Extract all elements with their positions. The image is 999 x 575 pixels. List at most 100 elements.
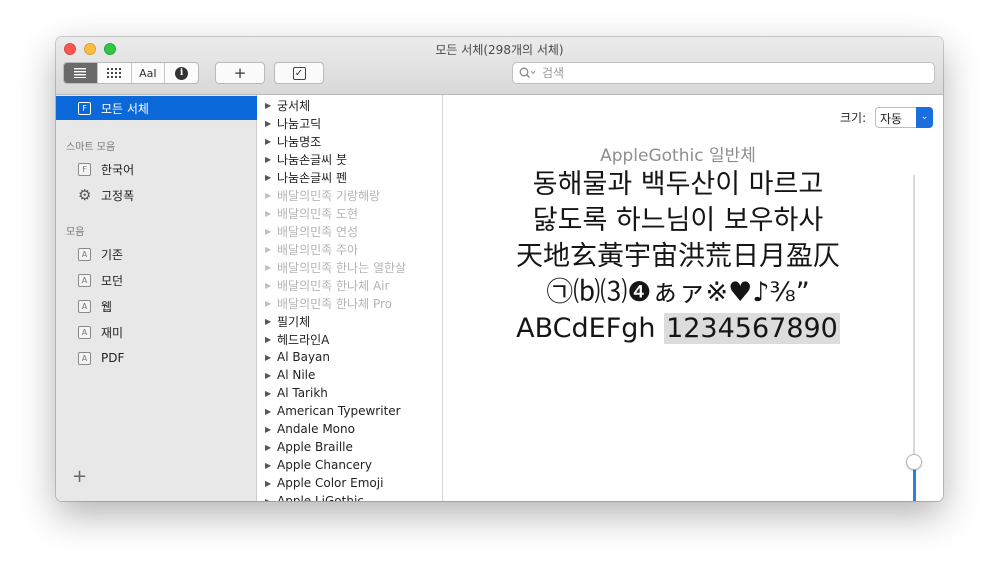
disclosure-triangle-icon[interactable]: ▶ bbox=[265, 191, 271, 200]
size-select[interactable]: 자동 ⌄ bbox=[875, 107, 933, 128]
disclosure-triangle-icon[interactable]: ▶ bbox=[265, 227, 271, 236]
font-list-item-label: 나눔손글씨 붓 bbox=[277, 152, 348, 167]
font-list-item-label: 헤드라인A bbox=[277, 332, 330, 347]
sample-view-button[interactable]: AaI bbox=[132, 63, 166, 83]
info-icon-label: i bbox=[179, 67, 184, 78]
font-list-item[interactable]: ▶ Andale Mono bbox=[257, 420, 442, 438]
disclosure-triangle-icon[interactable]: ▶ bbox=[265, 497, 271, 502]
disclosure-triangle-icon[interactable]: ▶ bbox=[265, 245, 271, 254]
font-list-item[interactable]: ▶ 배달의민족 연성 bbox=[257, 222, 442, 240]
grid-view-button[interactable] bbox=[98, 63, 132, 83]
font-list-item[interactable]: ▶ 배달의민족 한나는 열한살 bbox=[257, 258, 442, 276]
sidebar-item-fun[interactable]: A 재미 bbox=[56, 320, 257, 344]
sample-text-icon: AaI bbox=[139, 66, 157, 80]
preview-line-2: 닳도록 하느님이 보우하사 bbox=[532, 205, 824, 236]
font-list-item[interactable]: ▶ 배달의민족 한나체 Air bbox=[257, 276, 442, 294]
font-list-item-label: 배달의민족 주아 bbox=[277, 242, 359, 257]
info-icon: i bbox=[175, 66, 189, 80]
sidebar-item-korean[interactable]: F 한국어 bbox=[56, 157, 257, 181]
sidebar-item-fixed-width[interactable]: ⚙ 고정폭 bbox=[56, 183, 257, 207]
sidebar-item-label: 모던 bbox=[101, 273, 124, 288]
add-font-button[interactable]: + bbox=[215, 62, 265, 84]
collection-a-icon: A bbox=[78, 273, 91, 287]
disclosure-triangle-icon[interactable]: ▶ bbox=[265, 119, 271, 128]
disclosure-triangle-icon[interactable]: ▶ bbox=[265, 155, 271, 164]
sidebar-item-modern[interactable]: A 모던 bbox=[56, 268, 257, 292]
preview-font-name: AppleGothic 일반체 bbox=[600, 146, 756, 166]
font-list-item-label: 나눔고딕 bbox=[277, 116, 322, 131]
font-list-item-label: Apple Color Emoji bbox=[277, 476, 384, 490]
chevron-down-icon: ⌄ bbox=[916, 107, 933, 128]
preview-line-3: 天地玄黃宇宙洪荒日月盈仄 bbox=[516, 241, 840, 272]
search-icon bbox=[519, 67, 536, 78]
size-label: 크기: bbox=[840, 111, 867, 125]
add-collection-button[interactable]: + bbox=[72, 466, 87, 487]
search-input[interactable] bbox=[540, 65, 904, 81]
sidebar-item-all-fonts[interactable]: F 모든 서체 bbox=[56, 96, 257, 120]
disclosure-triangle-icon[interactable]: ▶ bbox=[265, 173, 271, 182]
disclosure-triangle-icon[interactable]: ▶ bbox=[265, 209, 271, 218]
font-list-item[interactable]: ▶ 나눔손글씨 펜 bbox=[257, 168, 442, 186]
sidebar-item-label: 기존 bbox=[101, 247, 124, 262]
font-list-item[interactable]: ▶ 필기체 bbox=[257, 312, 442, 330]
sidebar-header-collections: 모음 bbox=[66, 227, 85, 238]
disclosure-triangle-icon[interactable]: ▶ bbox=[265, 425, 271, 434]
info-view-button[interactable]: i bbox=[165, 63, 198, 83]
disclosure-triangle-icon[interactable]: ▶ bbox=[265, 101, 271, 110]
font-list-item[interactable]: ▶ Apple Chancery bbox=[257, 456, 442, 474]
list-view-button[interactable] bbox=[64, 63, 98, 83]
font-list-item[interactable]: ▶ Al Nile bbox=[257, 366, 442, 384]
font-list-item[interactable]: ▶ 나눔고딕 bbox=[257, 114, 442, 132]
collection-a-icon: A bbox=[78, 351, 91, 365]
font-list-item[interactable]: ▶ Al Bayan bbox=[257, 348, 442, 366]
sidebar-item-pdf[interactable]: A PDF bbox=[56, 346, 257, 370]
size-slider-knob[interactable] bbox=[906, 454, 922, 470]
disclosure-triangle-icon[interactable]: ▶ bbox=[265, 443, 271, 452]
preview-line-5: ABCdEFgh 1234567890 bbox=[457, 311, 899, 347]
plus-icon: + bbox=[233, 64, 247, 82]
disclosure-triangle-icon[interactable]: ▶ bbox=[265, 263, 271, 272]
font-list-item[interactable]: ▶ 배달의민족 도현 bbox=[257, 204, 442, 222]
disclosure-triangle-icon[interactable]: ▶ bbox=[265, 389, 271, 398]
sidebar-item-classic[interactable]: A 기존 bbox=[56, 242, 257, 266]
font-list-item[interactable]: ▶ Apple Color Emoji bbox=[257, 474, 442, 492]
sidebar-item-web[interactable]: A 웹 bbox=[56, 294, 257, 318]
font-list-item-label: American Typewriter bbox=[277, 404, 401, 418]
font-list-item[interactable]: ▶ Al Tarikh bbox=[257, 384, 442, 402]
font-list-item[interactable]: ▶ Apple LiGothic bbox=[257, 492, 442, 502]
disclosure-triangle-icon[interactable]: ▶ bbox=[265, 137, 271, 146]
preview-line-4: ㉠⒝⑶❹ぁァ※♥♪⅜” bbox=[546, 277, 810, 308]
disclosure-triangle-icon[interactable]: ▶ bbox=[265, 407, 271, 416]
preview-pane: 크기: 자동 ⌄ AppleGothic 일반체 동해물과 백두산이 마르고 닳… bbox=[457, 95, 943, 501]
disclosure-triangle-icon[interactable]: ▶ bbox=[265, 371, 271, 380]
disclosure-triangle-icon[interactable]: ▶ bbox=[265, 281, 271, 290]
sidebar-item-label: 재미 bbox=[101, 325, 124, 340]
size-slider-track[interactable] bbox=[913, 175, 915, 461]
font-list-item[interactable]: ▶ American Typewriter bbox=[257, 402, 442, 420]
font-list-item[interactable]: ▶ 나눔손글씨 붓 bbox=[257, 150, 442, 168]
font-box-icon: F bbox=[78, 101, 91, 115]
search-field[interactable] bbox=[512, 62, 935, 84]
font-list-item-label: Al Tarikh bbox=[277, 386, 328, 400]
sidebar-header-smart: 스마트 모음 bbox=[66, 142, 116, 153]
disclosure-triangle-icon[interactable]: ▶ bbox=[265, 299, 271, 308]
font-list-item[interactable]: ▶ Apple Braille bbox=[257, 438, 442, 456]
font-list-item[interactable]: ▶ 나눔명조 bbox=[257, 132, 442, 150]
sidebar-item-label: 고정폭 bbox=[101, 188, 135, 203]
size-select-value: 자동 bbox=[880, 112, 903, 126]
disclosure-triangle-icon[interactable]: ▶ bbox=[265, 317, 271, 326]
disclosure-triangle-icon[interactable]: ▶ bbox=[265, 353, 271, 362]
font-list-item-label: 나눔명조 bbox=[277, 134, 322, 149]
view-segmented-control: AaI i bbox=[63, 62, 199, 84]
font-list-item[interactable]: ▶ 궁서체 bbox=[257, 96, 442, 114]
window-title: 모든 서체(298개의 서체) bbox=[435, 43, 564, 57]
disclosure-triangle-icon[interactable]: ▶ bbox=[265, 461, 271, 470]
validate-font-button[interactable]: ✓ bbox=[274, 62, 324, 84]
check-mark-label: ✓ bbox=[294, 67, 304, 79]
font-list-item[interactable]: ▶ 배달의민족 한나체 Pro bbox=[257, 294, 442, 312]
disclosure-triangle-icon[interactable]: ▶ bbox=[265, 479, 271, 488]
disclosure-triangle-icon[interactable]: ▶ bbox=[265, 335, 271, 344]
font-list-item[interactable]: ▶ 헤드라인A bbox=[257, 330, 442, 348]
font-list-item[interactable]: ▶ 배달의민족 기랑해랑 bbox=[257, 186, 442, 204]
font-list-item[interactable]: ▶ 배달의민족 주아 bbox=[257, 240, 442, 258]
